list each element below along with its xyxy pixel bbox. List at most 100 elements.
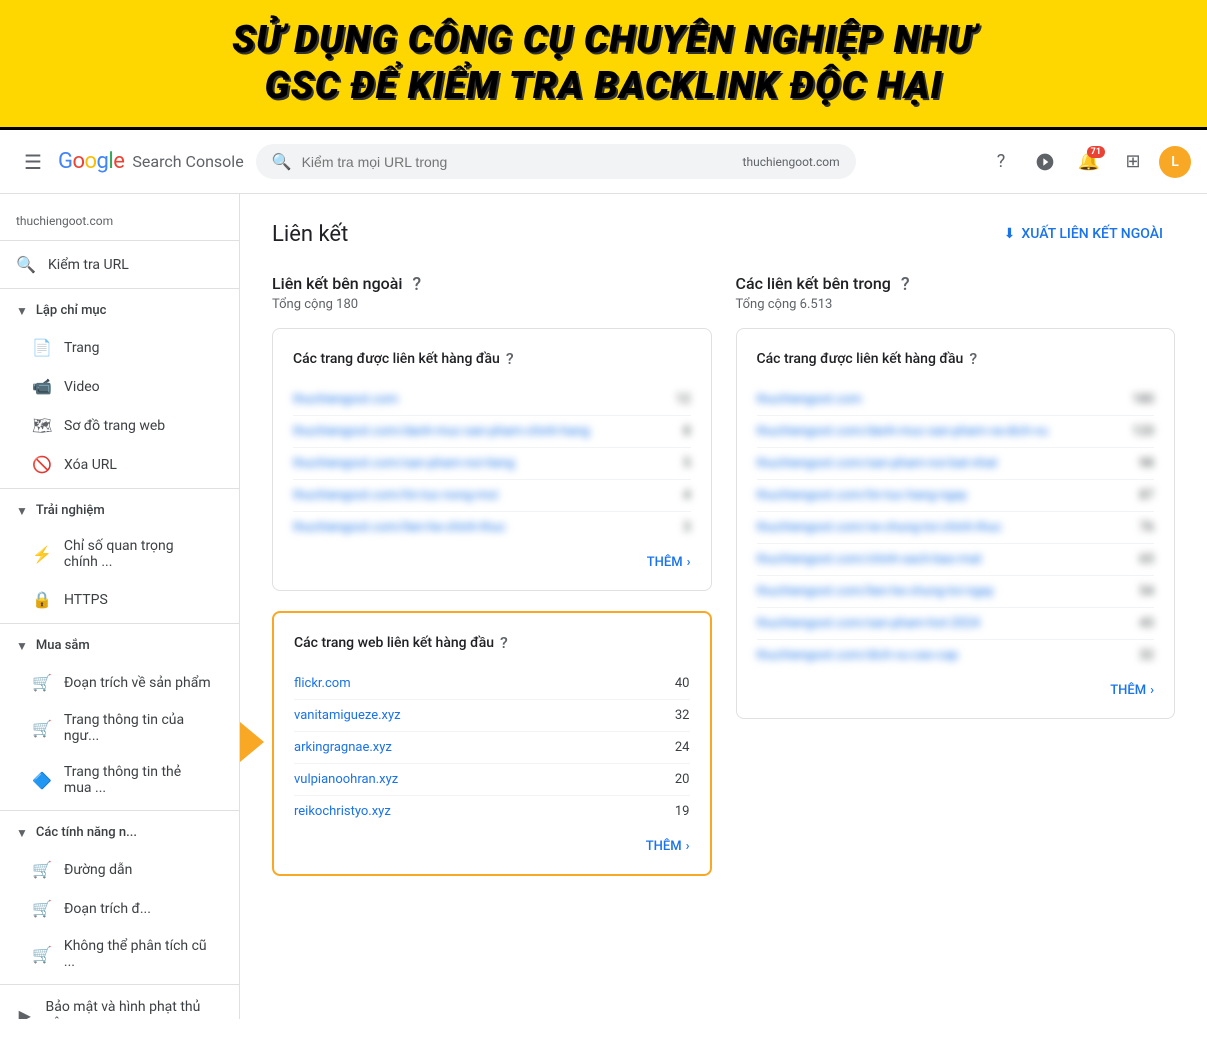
table-row: thuchiengoot.com/lien-he-chinh-thuc 3 xyxy=(293,512,691,543)
notifications-button[interactable]: 🔔 71 xyxy=(1071,144,1107,180)
row-value: 4 xyxy=(683,488,690,503)
internal-section-title: Các liên kết bên trong ? xyxy=(736,274,1176,295)
internal-top-pages-rows: thuchiengoot.com 180 thuchiengoot.com/da… xyxy=(757,384,1155,671)
external-top-pages-rows: thuchiengoot.com 12 thuchiengoot.com/dan… xyxy=(293,384,691,543)
row-url: thuchiengoot.com/lien-he-chung-toi-ngay xyxy=(757,584,994,599)
features-section-header[interactable]: ▼ Các tính năng n... xyxy=(0,815,239,850)
sidebar-item-no-analysis[interactable]: 🛒 Không thể phân tích cũ ... xyxy=(0,928,227,980)
row-url: thuchiengoot.com/danh-muc-san-pham-chinh… xyxy=(293,424,590,439)
external-top-pages-help-icon[interactable]: ? xyxy=(506,349,514,368)
index-section-header[interactable]: ▼ Lập chỉ mục xyxy=(0,293,239,328)
sidebar-item-trang[interactable]: 📄 Trang xyxy=(0,328,227,367)
external-top-sites-more-link[interactable]: THÊM › xyxy=(294,827,690,854)
external-top-pages-more-link[interactable]: THÊM › xyxy=(293,543,691,570)
search-bar[interactable]: 🔍 thuchiengoot.com xyxy=(256,144,856,179)
page-title: Liên kết xyxy=(272,222,348,247)
sidebar-item-https[interactable]: 🔒 HTTPS xyxy=(0,580,227,619)
table-row: vulpianoohran.xyz 20 xyxy=(294,764,690,796)
export-button[interactable]: ⬇ XUẤT LIÊN KẾT NGOÀI xyxy=(992,218,1175,250)
content-header: Liên kết ⬇ XUẤT LIÊN KẾT NGOÀI xyxy=(272,218,1175,250)
table-row: thuchiengoot.com/san-pham-noi-tieng 5 xyxy=(293,448,691,480)
row-value: 32 xyxy=(1139,648,1154,663)
help-button[interactable]: ? xyxy=(983,144,1019,180)
external-top-sites-rows: flickr.com 40 vanitamigueze.xyz 32 arkin… xyxy=(294,668,690,827)
download-icon: ⬇ xyxy=(1004,226,1016,242)
breadcrumb-icon: 🛒 xyxy=(32,860,52,879)
table-row: flickr.com 40 xyxy=(294,668,690,700)
row-url: thuchiengoot.com/dich-vu-cao-cap xyxy=(757,648,959,663)
table-row: thuchiengoot.com/ve-chung-toi-chinh-thuc… xyxy=(757,512,1155,544)
internal-links-column: Các liên kết bên trong ? Tổng cộng 6.513… xyxy=(736,274,1176,896)
content-area: Liên kết ⬇ XUẤT LIÊN KẾT NGOÀI Liên kết … xyxy=(240,194,1207,1019)
apps-button[interactable]: ⊞ xyxy=(1115,144,1151,180)
sitemap-icon: 🗺 xyxy=(32,416,52,435)
row-url: thuchiengoot.com/san-pham-noi-tieng xyxy=(293,456,515,471)
table-row: arkingragnae.xyz 24 xyxy=(294,732,690,764)
row-url: thuchiengoot.com/tin-tuc-nong-moi xyxy=(293,488,498,503)
experience-arrow-icon: ▼ xyxy=(16,504,28,518)
sidebar-property[interactable]: thuchiengoot.com xyxy=(0,202,239,241)
video-icon: 📹 xyxy=(32,377,52,396)
avatar[interactable]: L xyxy=(1159,146,1191,178)
columns-layout: Liên kết bên ngoài ? Tổng cộng 180 Các t… xyxy=(272,274,1175,896)
shopping-tab-icon: 🔷 xyxy=(32,771,52,790)
table-row: thuchiengoot.com/dich-vu-cao-cap 32 xyxy=(757,640,1155,671)
trang-icon: 📄 xyxy=(32,338,52,357)
external-section-title: Liên kết bên ngoài ? xyxy=(272,274,712,295)
row-url[interactable]: arkingragnae.xyz xyxy=(294,740,392,755)
row-value: 54 xyxy=(1139,584,1154,599)
product-snippet-icon: 🛒 xyxy=(32,673,52,692)
internal-top-pages-more-link[interactable]: THÊM › xyxy=(757,671,1155,698)
row-value: 5 xyxy=(683,456,690,471)
sidebar-item-security[interactable]: ▶ Bảo mật và hình phạt thủ công xyxy=(0,989,227,1019)
external-top-sites-help-icon[interactable]: ? xyxy=(500,633,508,652)
experience-section-header[interactable]: ▼ Trải nghiệm xyxy=(0,493,239,528)
sidebar-item-shopping-tab[interactable]: 🔷 Trang thông tin thẻ mua ... xyxy=(0,754,227,806)
search-input[interactable] xyxy=(302,154,733,170)
row-value: 8 xyxy=(683,424,690,439)
sidebar-item-core-vitals[interactable]: ⚡ Chỉ số quan trọng chính ... xyxy=(0,528,227,580)
sidebar-item-sitemap[interactable]: 🗺 Sơ đồ trang web xyxy=(0,406,227,445)
search-url-icon: 🔍 xyxy=(16,255,36,274)
row-url[interactable]: reikochristyo.xyz xyxy=(294,804,391,819)
row-value: 20 xyxy=(675,772,690,787)
row-url: thuchiengoot.com/lien-he-chinh-thuc xyxy=(293,520,506,535)
sidebar-item-breadcrumb[interactable]: 🛒 Đường dẫn xyxy=(0,850,227,889)
row-value: 40 xyxy=(675,676,690,691)
security-icon: ▶ xyxy=(16,1006,34,1020)
row-value: 43 xyxy=(1139,616,1154,631)
logo-area: ☰ Google Search Console xyxy=(16,142,244,182)
row-url: thuchiengoot.com/san-pham-hot-2024 xyxy=(757,616,980,631)
sidebar: thuchiengoot.com 🔍 Kiểm tra URL ▼ Lập ch… xyxy=(0,194,240,1019)
sidebar-item-search-url[interactable]: 🔍 Kiểm tra URL xyxy=(0,245,227,284)
search-icon: 🔍 xyxy=(272,152,292,171)
notifications-badge: 71 xyxy=(1087,146,1105,158)
sidebar-item-snippet[interactable]: 🛒 Đoạn trích đ... xyxy=(0,889,227,928)
shopping-section-header[interactable]: ▼ Mua sắm xyxy=(0,628,239,663)
external-help-icon[interactable]: ? xyxy=(412,274,421,295)
table-row: reikochristyo.xyz 19 xyxy=(294,796,690,827)
table-row: thuchiengoot.com/tin-tuc-hang-ngay 87 xyxy=(757,480,1155,512)
table-row: thuchiengoot.com/san-pham-hot-2024 43 xyxy=(757,608,1155,640)
hamburger-icon[interactable]: ☰ xyxy=(16,142,50,182)
row-url[interactable]: vanitamigueze.xyz xyxy=(294,708,401,723)
sidebar-item-video[interactable]: 📹 Video xyxy=(0,367,227,406)
external-top-pages-title: Các trang được liên kết hàng đầu ? xyxy=(293,349,691,368)
divider-3 xyxy=(0,623,239,624)
row-url: thuchiengoot.com xyxy=(293,392,398,407)
sidebar-item-product-snippet[interactable]: 🛒 Đoạn trích về sản phẩm xyxy=(0,663,227,702)
accounts-button[interactable] xyxy=(1027,144,1063,180)
app-name: Search Console xyxy=(132,152,243,171)
row-value: 65 xyxy=(1139,552,1154,567)
internal-top-pages-help-icon[interactable]: ? xyxy=(969,349,977,368)
sidebar-item-xoa-url[interactable]: 🚫 Xóa URL xyxy=(0,445,227,484)
internal-help-icon[interactable]: ? xyxy=(901,274,910,295)
more-chevron-icon-3: › xyxy=(1150,683,1154,698)
table-row: thuchiengoot.com/danh-muc-san-pham-va-di… xyxy=(757,416,1155,448)
row-value: 32 xyxy=(675,708,690,723)
sidebar-item-merchant[interactable]: 🛒 Trang thông tin của ngư... xyxy=(0,702,227,754)
divider-2 xyxy=(0,488,239,489)
row-url[interactable]: vulpianoohran.xyz xyxy=(294,772,398,787)
topbar-actions: ? 🔔 71 ⊞ L xyxy=(983,144,1191,180)
row-url[interactable]: flickr.com xyxy=(294,676,351,691)
